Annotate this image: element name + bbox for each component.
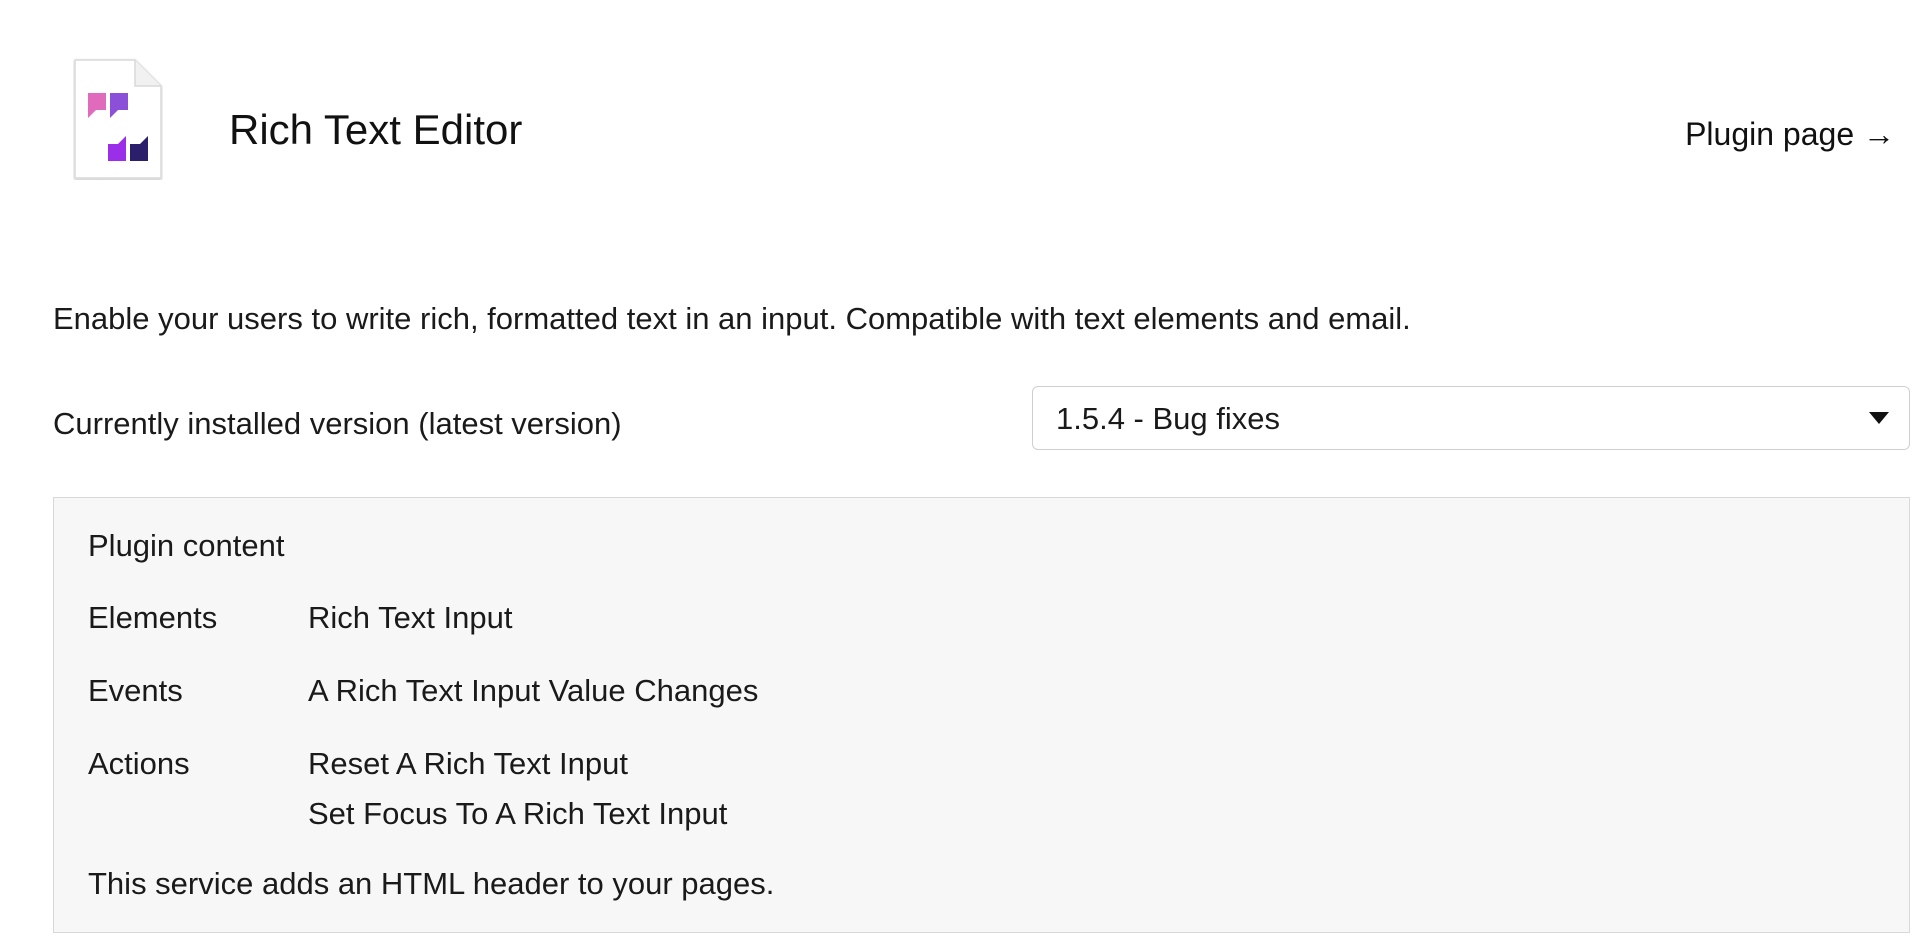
element-item: Rich Text Input	[308, 600, 513, 635]
version-select-value: 1.5.4 - Bug fixes	[1056, 401, 1281, 436]
elements-label: Elements	[88, 600, 218, 635]
action-item: Reset A Rich Text Input	[308, 746, 628, 781]
plugin-detail-page: Rich Text Editor Plugin page → Enable yo…	[0, 0, 1922, 952]
caret-down-icon	[1869, 412, 1889, 424]
rich-text-editor-plugin-icon	[74, 59, 162, 179]
event-item: A Rich Text Input Value Changes	[308, 673, 759, 708]
plugin-page-link[interactable]: Plugin page →	[1685, 114, 1895, 154]
plugin-content-panel: Plugin content Elements Rich Text Input …	[53, 497, 1910, 933]
plugin-header: Rich Text Editor Plugin page →	[0, 0, 1922, 200]
events-label: Events	[88, 673, 183, 708]
actions-label: Actions	[88, 746, 190, 781]
html-header-note: This service adds an HTML header to your…	[88, 866, 775, 901]
version-select[interactable]: 1.5.4 - Bug fixes	[1032, 386, 1910, 450]
plugin-title: Rich Text Editor	[229, 106, 523, 153]
plugin-description: Enable your users to write rich, formatt…	[53, 301, 1411, 336]
action-item: Set Focus To A Rich Text Input	[308, 796, 728, 831]
plugin-content-title: Plugin content	[88, 528, 285, 563]
installed-version-label: Currently installed version (latest vers…	[53, 406, 622, 441]
